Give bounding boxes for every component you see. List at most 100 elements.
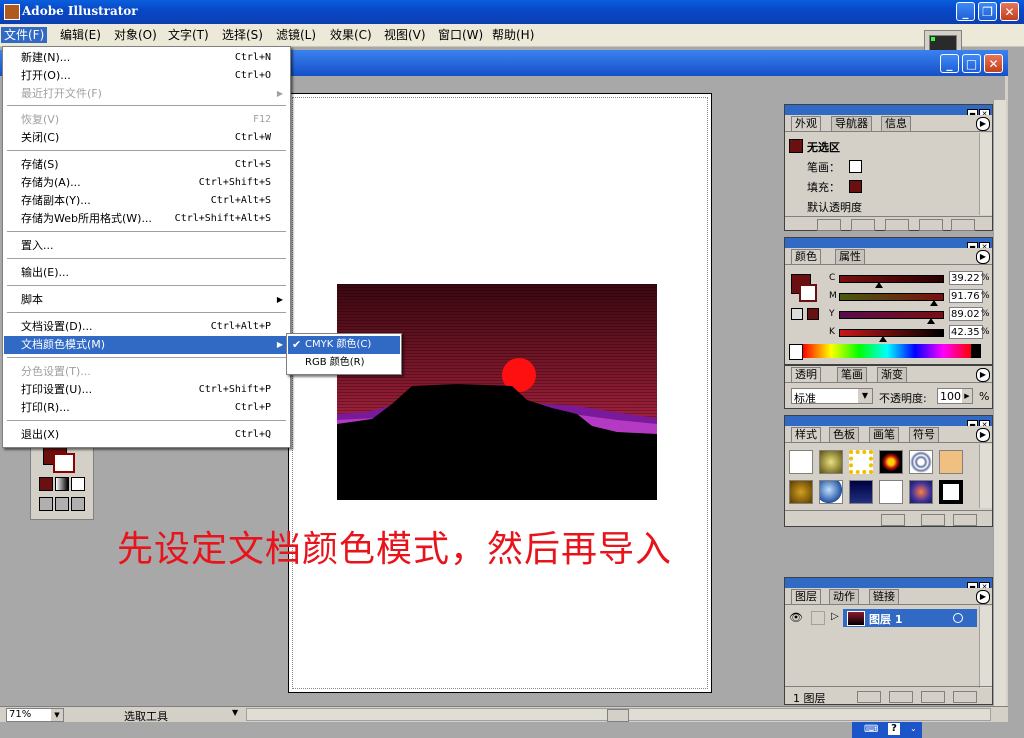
style-cosmic[interactable] — [909, 480, 933, 504]
menu-type[interactable]: 文字(T) — [165, 27, 212, 43]
color-spectrum-bar[interactable] — [803, 344, 971, 358]
menu-edit[interactable]: 编辑(E) — [57, 27, 104, 43]
screen-mode-normal-icon[interactable] — [39, 497, 53, 511]
doc-maximize-button[interactable]: □ — [962, 54, 981, 73]
new-sublayer-button[interactable] — [889, 691, 913, 703]
doc-close-button[interactable]: ✕ — [984, 54, 1003, 73]
delete-item-button[interactable] — [951, 219, 975, 231]
tab-swatches[interactable]: 色板 — [829, 427, 859, 442]
target-icon[interactable] — [953, 613, 963, 623]
break-link-button[interactable] — [881, 514, 905, 526]
gradient-mode-icon[interactable] — [55, 477, 69, 491]
opacity-arrow-icon[interactable]: ▶ — [962, 389, 972, 403]
tab-gradient[interactable]: 渐变 — [877, 367, 907, 382]
color-mode-icon[interactable] — [39, 477, 53, 491]
layer-row[interactable]: 👁 ▷ 图层 1 — [785, 609, 978, 627]
menu-new[interactable]: 新建(N)... Ctrl+N — [4, 49, 289, 67]
tab-transparency[interactable]: 透明 — [791, 367, 821, 382]
tab-stroke[interactable]: 笔画 — [837, 367, 867, 382]
channel-m-value[interactable]: 91.76 — [949, 289, 983, 303]
menu-select[interactable]: 选择(S) — [219, 27, 266, 43]
new-art-basic-button[interactable] — [817, 219, 841, 231]
channel-y-thumb[interactable] — [926, 318, 935, 324]
menu-open[interactable]: 打开(O)... Ctrl+O — [4, 67, 289, 85]
panel-menu-icon[interactable]: ▶ — [976, 428, 990, 442]
new-layer-button[interactable] — [921, 691, 945, 703]
menu-print-setup[interactable]: 打印设置(U)... Ctrl+Shift+P — [4, 381, 289, 399]
menu-print[interactable]: 打印(R)... Ctrl+P — [4, 399, 289, 417]
channel-y-value[interactable]: 89.02 — [949, 307, 983, 321]
horizontal-scrollbar[interactable] — [246, 708, 991, 722]
black-swatch[interactable] — [971, 344, 981, 358]
tab-symbols[interactable]: 符号 — [909, 427, 939, 442]
keyboard-icon[interactable]: ⌨ — [864, 724, 878, 735]
stroke-swatch[interactable] — [849, 160, 862, 173]
make-clipping-mask-button[interactable] — [857, 691, 881, 703]
opacity-input[interactable]: 100 ▶ — [937, 388, 973, 404]
menu-save[interactable]: 存储(S) Ctrl+S — [4, 156, 289, 174]
gamut-swatch[interactable] — [807, 308, 819, 320]
fill-stroke-swatch[interactable] — [39, 445, 75, 473]
tab-actions[interactable]: 动作 — [829, 589, 859, 604]
menu-window[interactable]: 窗口(W) — [435, 27, 486, 43]
screen-mode-full-icon[interactable] — [71, 497, 85, 511]
channel-m-thumb[interactable] — [929, 300, 938, 306]
style-default[interactable] — [789, 450, 813, 474]
menu-place[interactable]: 置入... — [4, 237, 289, 255]
none-color-button[interactable] — [789, 344, 803, 360]
style-blue-sphere[interactable] — [819, 480, 843, 504]
none-mode-icon[interactable] — [71, 477, 85, 491]
help-icon[interactable]: ? — [888, 723, 900, 735]
style-sunburst[interactable] — [879, 450, 903, 474]
layer-name[interactable]: 图层 1 — [869, 611, 902, 627]
channel-c-slider[interactable] — [839, 275, 944, 283]
style-blue-rings[interactable] — [909, 450, 933, 474]
panel-menu-icon[interactable]: ▶ — [976, 117, 990, 131]
menu-save-copy[interactable]: 存储副本(Y)... Ctrl+Alt+S — [4, 192, 289, 210]
style-gold-tile[interactable] — [789, 480, 813, 504]
menu-export[interactable]: 输出(E)... — [4, 264, 289, 282]
menu-document-color-mode[interactable]: 文档颜色模式(M) ▶ — [4, 336, 289, 354]
menu-view[interactable]: 视图(V) — [381, 27, 429, 43]
tab-styles[interactable]: 样式 — [791, 427, 821, 442]
tab-attributes[interactable]: 属性 — [835, 249, 865, 264]
blend-mode-select[interactable]: 标准 ▼ — [791, 388, 873, 405]
menu-effect[interactable]: 效果(C) — [327, 27, 375, 43]
tab-info[interactable]: 信息 — [881, 116, 911, 131]
ime-arrow-icon[interactable]: ⌄ — [910, 724, 917, 733]
panel-menu-icon[interactable]: ▶ — [976, 368, 990, 382]
menu-document-setup[interactable]: 文档设置(D)... Ctrl+Alt+P — [4, 318, 289, 336]
menu-file[interactable]: 文件(F) — [1, 27, 48, 43]
color-stroke-swatch[interactable] — [799, 284, 817, 302]
eye-icon[interactable]: 👁 — [789, 611, 803, 624]
menu-rgb-color[interactable]: RGB 颜色(R) — [288, 354, 400, 372]
delete-style-button[interactable] — [953, 514, 977, 526]
chevron-down-icon[interactable]: ▼ — [51, 709, 63, 721]
menu-close[interactable]: 关闭(C) Ctrl+W — [4, 129, 289, 147]
menu-save-as[interactable]: 存储为(A)... Ctrl+Shift+S — [4, 174, 289, 192]
fill-swatch[interactable] — [849, 180, 862, 193]
channel-c-value[interactable]: 39.22 — [949, 271, 983, 285]
new-style-button[interactable] — [921, 514, 945, 526]
channel-k-thumb[interactable] — [878, 336, 887, 342]
style-white[interactable] — [879, 480, 903, 504]
menu-filter[interactable]: 滤镜(L) — [273, 27, 319, 43]
tab-brushes[interactable]: 画笔 — [869, 427, 899, 442]
status-menu-icon[interactable]: ▼ — [232, 708, 238, 717]
doc-minimize-button[interactable]: _ — [940, 54, 959, 73]
channel-m-slider[interactable] — [839, 293, 944, 301]
style-peach[interactable] — [939, 450, 963, 474]
tab-layers[interactable]: 图层 — [791, 589, 821, 604]
input-method-bar[interactable]: ⌨ ? ⌄ — [852, 722, 922, 738]
style-yellow-frame[interactable] — [849, 450, 873, 474]
zoom-select[interactable]: 71% ▼ — [6, 708, 64, 722]
menu-scripts[interactable]: 脚本 ▶ — [4, 291, 289, 309]
menu-exit[interactable]: 退出(X) Ctrl+Q — [4, 426, 289, 444]
lock-toggle[interactable] — [811, 611, 825, 625]
menu-save-for-web[interactable]: 存储为Web所用格式(W)... Ctrl+Shift+Alt+S — [4, 210, 289, 228]
sunset-artwork[interactable] — [337, 284, 657, 500]
menu-help[interactable]: 帮助(H) — [489, 27, 537, 43]
channel-k-slider[interactable] — [839, 329, 944, 337]
close-button[interactable]: ✕ — [1000, 2, 1019, 21]
style-black-frame[interactable] — [939, 480, 963, 504]
